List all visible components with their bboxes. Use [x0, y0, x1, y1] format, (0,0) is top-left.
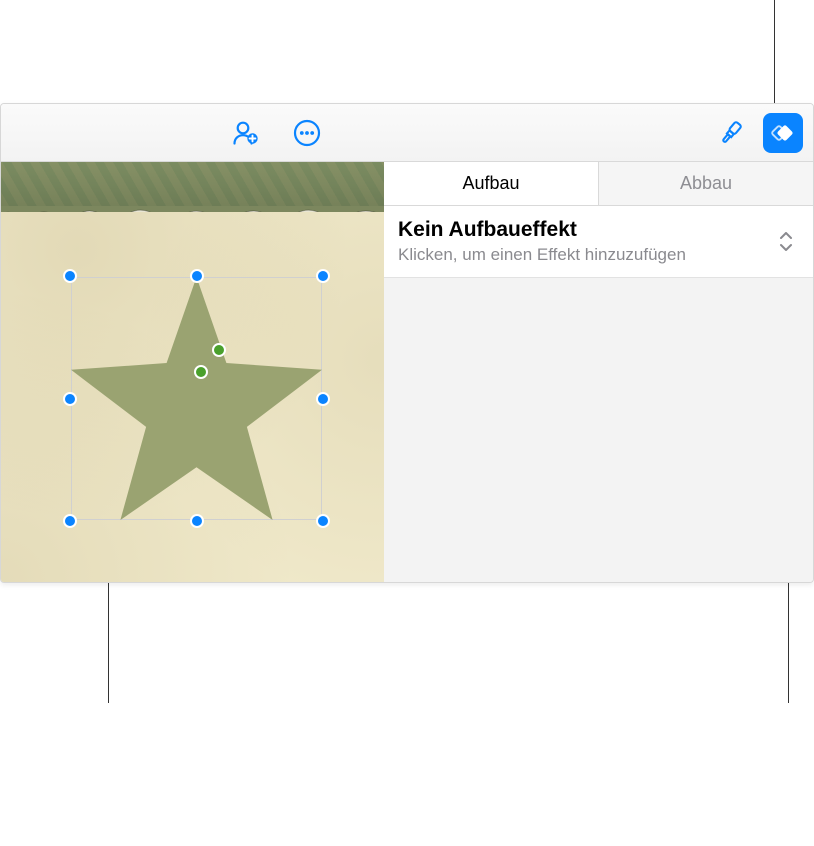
tab-build-out-label: Abbau: [680, 173, 732, 194]
resize-handle-middle-left[interactable]: [63, 392, 77, 406]
resize-handle-bottom-right[interactable]: [316, 514, 330, 528]
updown-icon: [775, 232, 797, 251]
format-button[interactable]: [711, 113, 751, 153]
inspector-blank-area: [384, 278, 813, 582]
shape-adjust-handle[interactable]: [194, 365, 208, 379]
resize-handle-bottom-left[interactable]: [63, 514, 77, 528]
effect-subtitle: Klicken, um einen Effekt hinzuzufügen: [398, 245, 775, 265]
toolbar: [1, 104, 813, 162]
format-icon: [716, 118, 746, 148]
shape-selection[interactable]: [71, 277, 322, 520]
tab-build-out[interactable]: Abbau: [599, 162, 813, 205]
animation-tabs: Aufbau Abbau: [384, 162, 813, 206]
shape-adjust-handle[interactable]: [212, 343, 226, 357]
collaborate-icon: [230, 118, 260, 148]
more-button[interactable]: [287, 113, 327, 153]
animate-icon: [768, 118, 798, 148]
effect-selector[interactable]: Kein Aufbaueffekt Klicken, um einen Effe…: [384, 206, 813, 278]
collaborate-button[interactable]: [225, 113, 265, 153]
slide-canvas[interactable]: [1, 162, 384, 582]
tab-build-in-label: Aufbau: [462, 173, 519, 194]
resize-handle-middle-right[interactable]: [316, 392, 330, 406]
more-icon: [292, 118, 322, 148]
tab-build-in[interactable]: Aufbau: [384, 162, 599, 205]
resize-handle-top-right[interactable]: [316, 269, 330, 283]
resize-handle-top-middle[interactable]: [190, 269, 204, 283]
resize-handle-top-left[interactable]: [63, 269, 77, 283]
effect-text: Kein Aufbaueffekt Klicken, um einen Effe…: [398, 218, 775, 264]
slide-background-strip: [1, 162, 384, 208]
resize-handle-bottom-middle[interactable]: [190, 514, 204, 528]
app-window: Aufbau Abbau Kein Aufbaueffekt Klicken, …: [0, 103, 814, 583]
animate-button[interactable]: [763, 113, 803, 153]
effect-title: Kein Aufbaueffekt: [398, 218, 775, 242]
callout-line-top: [774, 0, 775, 105]
star-shape[interactable]: [71, 277, 322, 520]
